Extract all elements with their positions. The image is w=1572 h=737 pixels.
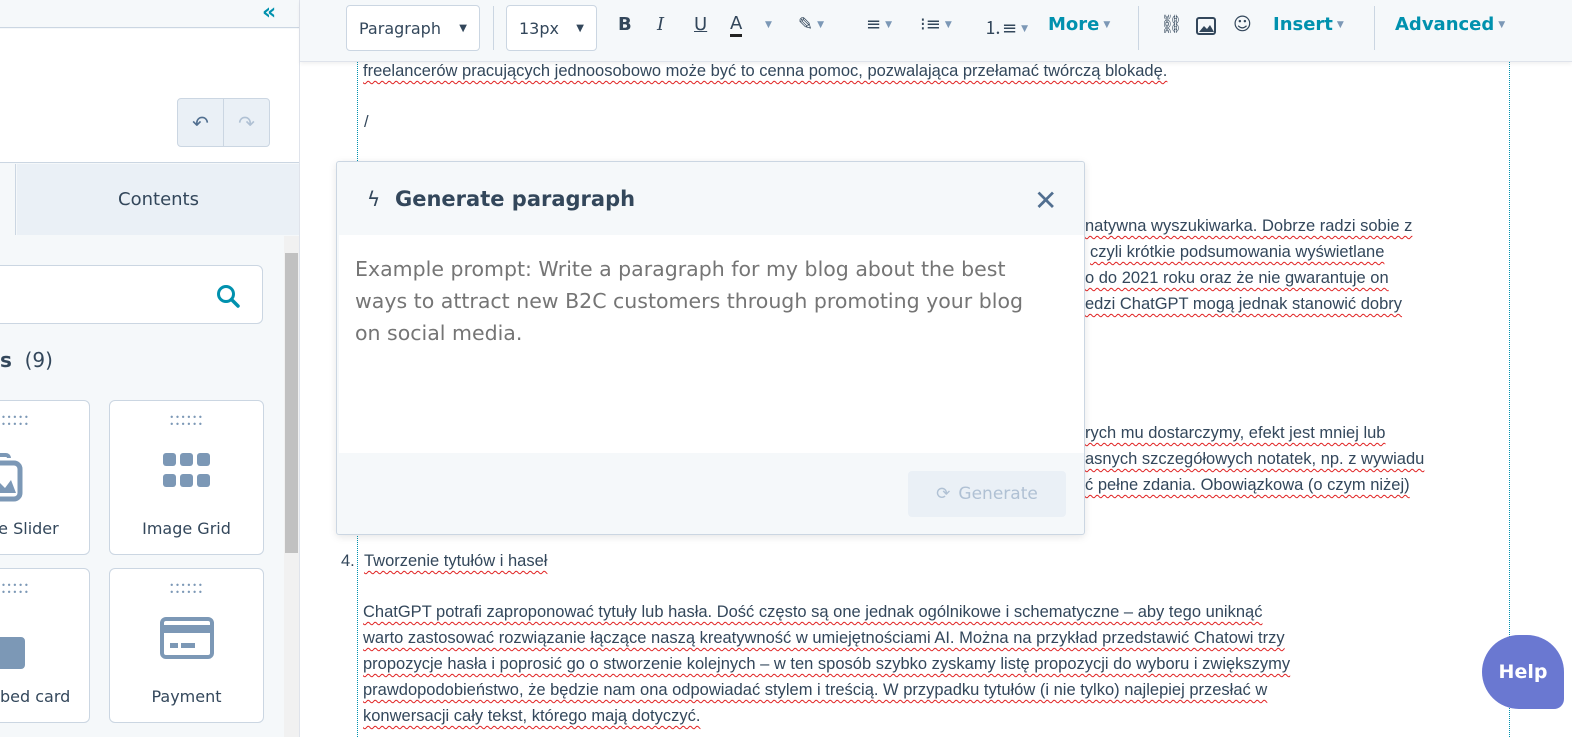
module-card-image-slider[interactable]: •••••••••••• ge Slider [0, 400, 90, 555]
italic-icon[interactable]: I [657, 14, 664, 35]
drag-handle-icon: •••••••••••• [169, 581, 204, 597]
module-card-payment[interactable]: •••••• •••••• Payment [109, 568, 264, 723]
module-card-tabbed-card[interactable]: •••••••••••• bed card [0, 568, 90, 723]
underline-icon[interactable]: U [694, 14, 707, 35]
editor-text-line[interactable]: asnych szczegółowych notatek, np. z wywi… [1085, 450, 1424, 469]
font-size-select[interactable]: 13px ▼ [506, 5, 597, 51]
editor-text-line[interactable]: warto zastosować rozwiązanie łączące nas… [363, 629, 1285, 648]
section-count: (9) [24, 348, 53, 372]
generate-label: Generate [958, 484, 1038, 504]
card-label: Payment [151, 687, 222, 706]
lightning-icon: ϟ [367, 187, 381, 211]
generate-button[interactable]: ⟳ Generate [908, 471, 1066, 517]
link-icon[interactable]: ⛓ [1160, 14, 1183, 35]
credit-card-icon [159, 617, 214, 659]
card-label: bed card [0, 687, 71, 706]
image-slider-icon [0, 453, 22, 502]
search-icon[interactable] [215, 283, 241, 309]
card-label: ge Slider [0, 519, 59, 538]
editor-text-line[interactable]: edzi ChatGPT mogą jednak stanowić dobry [1085, 295, 1402, 314]
left-panel: « ↶ ↷ Contents s (9) •••••••••••• ge Sli… [0, 0, 300, 737]
numbered-list-icon[interactable]: ⒈≡ ▼ [984, 14, 1028, 40]
refresh-icon: ⟳ [936, 484, 951, 504]
editor-text-line[interactable]: natywna wyszukiwarka. Dobrze radzi sobie… [1085, 217, 1412, 236]
editor-text-line[interactable]: czyli krótkie podsumowania wyświetlane [1090, 243, 1384, 262]
more-menu[interactable]: More ▼ [1048, 14, 1110, 35]
editor-text-line[interactable]: / [364, 113, 369, 132]
text-color-icon[interactable]: A [730, 14, 743, 37]
editor-toolbar: Paragraph ▼ 13px ▼ B I U A ▼ ✎ ▼ ≡ ▼ ⁝≡ ▼ ⒈≡ ▼… [300, 0, 1572, 62]
bulleted-list-icon[interactable]: ⁝≡ ▼ [920, 14, 952, 35]
section-title: s (9) [0, 348, 53, 372]
tab-other[interactable] [0, 164, 16, 235]
editor-text-line[interactable]: propozycje hasła i poprosić go o stworze… [363, 655, 1290, 674]
generate-paragraph-dialog: ϟ Generate paragraph ✕ ⟳ Generate [336, 161, 1085, 535]
caret-down-icon: ▼ [576, 22, 584, 34]
block-style-select[interactable]: Paragraph ▼ [346, 5, 480, 51]
drag-handle-icon: •••••••••••• [169, 413, 204, 429]
help-button[interactable]: Help [1482, 635, 1564, 709]
insert-menu[interactable]: Insert ▼ [1273, 14, 1344, 35]
divider [1374, 6, 1375, 50]
redo-icon: ↷ [238, 110, 255, 135]
editor-text-line[interactable]: prawdopodobieństwo, że będzie nam ona od… [363, 681, 1267, 700]
align-icon[interactable]: ≡ ▼ [866, 14, 892, 35]
caret-down-icon: ▼ [459, 22, 467, 34]
undo-icon: ↶ [192, 110, 209, 135]
text-color-caret-icon[interactable]: ▼ [761, 14, 772, 35]
editor-text-line[interactable]: o do 2021 roku oraz że nie gwarantuje on [1085, 269, 1389, 288]
editor-text-line[interactable]: rych mu dostarczymy, efekt jest mniej lu… [1085, 424, 1385, 443]
divider [1138, 6, 1139, 50]
highlight-icon[interactable]: ✎ ▼ [798, 14, 824, 35]
dialog-title: Generate paragraph [395, 187, 636, 211]
redo-button[interactable]: ↷ [223, 98, 270, 147]
dialog-body [339, 235, 1084, 453]
list-heading[interactable]: Tworzenie tytułów i haseł [364, 552, 547, 571]
tab-contents[interactable]: Contents [17, 164, 299, 235]
module-card-image-grid[interactable]: •••••• •••••• Image Grid [109, 400, 264, 555]
folder-icon [0, 637, 25, 669]
drag-handle-icon: •••••••••••• [0, 581, 30, 597]
collapse-sidebar-icon[interactable]: « [262, 0, 276, 25]
drag-handle-icon: •••••••••••• [0, 413, 30, 429]
emoji-icon[interactable]: ☺ [1233, 14, 1252, 35]
block-style-value: Paragraph [359, 18, 441, 38]
close-icon[interactable]: ✕ [1034, 184, 1057, 217]
undo-button[interactable]: ↶ [177, 98, 224, 147]
image-icon[interactable] [1196, 17, 1216, 35]
editor-text-line[interactable]: freelancerów pracujących jednoosobowo mo… [363, 62, 1167, 81]
editor-text-line[interactable]: konwersacji cały tekst, którego mają dot… [363, 707, 700, 726]
divider [493, 6, 494, 50]
list-number: 4. [341, 552, 355, 570]
grid-icon [162, 453, 210, 487]
card-label: Image Grid [142, 519, 231, 538]
prompt-input[interactable] [355, 253, 1055, 443]
bold-icon[interactable]: B [618, 14, 632, 35]
scrollbar-thumb[interactable] [285, 253, 298, 553]
advanced-menu[interactable]: Advanced ▼ [1395, 14, 1505, 35]
left-panel-header [0, 0, 299, 28]
editor-text-line[interactable]: ChatGPT potrafi zaproponować tytuły lub … [363, 603, 1262, 622]
editor-text-line[interactable]: ć pełne zdania. Obowiązkowa (o czym niże… [1085, 476, 1410, 495]
font-size-value: 13px [519, 18, 559, 38]
